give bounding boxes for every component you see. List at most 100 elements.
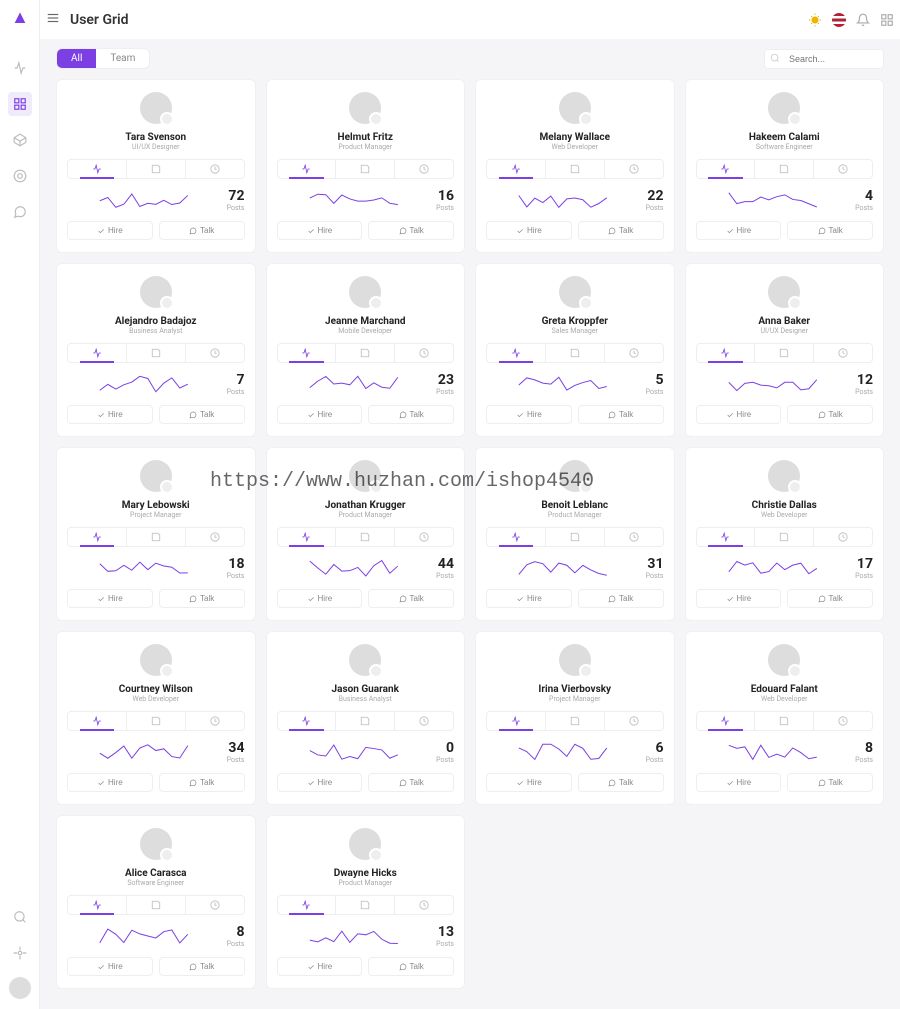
card-tab-files[interactable] [546, 528, 605, 546]
card-tab-time[interactable] [186, 712, 244, 730]
talk-button[interactable]: Talk [787, 405, 873, 424]
talk-button[interactable]: Talk [159, 405, 245, 424]
user-avatar[interactable] [349, 644, 381, 676]
tab-team[interactable]: Team [96, 49, 149, 68]
user-avatar[interactable] [559, 276, 591, 308]
sidebar-item-grid[interactable] [8, 92, 32, 116]
card-tab-files[interactable] [546, 160, 605, 178]
card-tab-time[interactable] [814, 712, 872, 730]
card-tab-files[interactable] [127, 528, 186, 546]
card-tab-files[interactable] [755, 160, 814, 178]
talk-button[interactable]: Talk [578, 773, 664, 792]
hire-button[interactable]: Hire [67, 405, 153, 424]
user-avatar[interactable] [768, 92, 800, 124]
card-tab-time[interactable] [395, 160, 453, 178]
hire-button[interactable]: Hire [486, 405, 572, 424]
hire-button[interactable]: Hire [67, 773, 153, 792]
hire-button[interactable]: Hire [696, 773, 782, 792]
search-input[interactable] [764, 49, 884, 69]
apps-icon[interactable] [880, 13, 894, 27]
tab-all[interactable]: All [57, 49, 96, 68]
card-tab-time[interactable] [186, 528, 244, 546]
hire-button[interactable]: Hire [486, 589, 572, 608]
hire-button[interactable]: Hire [67, 589, 153, 608]
card-tab-time[interactable] [814, 528, 872, 546]
user-avatar[interactable] [768, 644, 800, 676]
talk-button[interactable]: Talk [787, 589, 873, 608]
card-tab-activity[interactable] [68, 160, 127, 178]
card-tab-activity[interactable] [487, 712, 546, 730]
hire-button[interactable]: Hire [486, 221, 572, 240]
talk-button[interactable]: Talk [159, 773, 245, 792]
hire-button[interactable]: Hire [277, 405, 363, 424]
user-avatar[interactable] [349, 276, 381, 308]
notifications-icon[interactable] [856, 13, 870, 27]
hire-button[interactable]: Hire [696, 221, 782, 240]
card-tab-files[interactable] [755, 712, 814, 730]
card-tab-files[interactable] [336, 344, 395, 362]
talk-button[interactable]: Talk [368, 957, 454, 976]
card-tab-time[interactable] [395, 528, 453, 546]
talk-button[interactable]: Talk [368, 405, 454, 424]
talk-button[interactable]: Talk [368, 773, 454, 792]
talk-button[interactable]: Talk [787, 773, 873, 792]
user-avatar[interactable] [768, 276, 800, 308]
card-tab-files[interactable] [336, 528, 395, 546]
talk-button[interactable]: Talk [159, 221, 245, 240]
card-tab-files[interactable] [336, 896, 395, 914]
card-tab-activity[interactable] [68, 528, 127, 546]
language-flag-icon[interactable] [832, 13, 846, 27]
card-tab-activity[interactable] [697, 160, 756, 178]
card-tab-files[interactable] [546, 344, 605, 362]
hire-button[interactable]: Hire [277, 773, 363, 792]
card-tab-files[interactable] [755, 344, 814, 362]
card-tab-activity[interactable] [278, 712, 337, 730]
sidebar-item-life[interactable] [8, 164, 32, 188]
user-avatar[interactable] [140, 92, 172, 124]
talk-button[interactable]: Talk [578, 405, 664, 424]
user-avatar[interactable] [768, 460, 800, 492]
user-avatar[interactable] [140, 828, 172, 860]
sidebar-item-box[interactable] [8, 128, 32, 152]
talk-button[interactable]: Talk [368, 589, 454, 608]
hire-button[interactable]: Hire [277, 957, 363, 976]
user-avatar[interactable] [140, 276, 172, 308]
user-avatar[interactable] [349, 92, 381, 124]
hire-button[interactable]: Hire [67, 957, 153, 976]
card-tab-files[interactable] [336, 160, 395, 178]
card-tab-activity[interactable] [278, 528, 337, 546]
talk-button[interactable]: Talk [578, 221, 664, 240]
card-tab-activity[interactable] [278, 896, 337, 914]
talk-button[interactable]: Talk [787, 221, 873, 240]
card-tab-activity[interactable] [68, 712, 127, 730]
talk-button[interactable]: Talk [159, 957, 245, 976]
card-tab-files[interactable] [546, 712, 605, 730]
user-avatar[interactable] [559, 460, 591, 492]
hire-button[interactable]: Hire [486, 773, 572, 792]
user-avatar[interactable] [559, 644, 591, 676]
card-tab-time[interactable] [605, 160, 663, 178]
user-avatar[interactable] [9, 977, 31, 999]
talk-button[interactable]: Talk [159, 589, 245, 608]
card-tab-activity[interactable] [278, 344, 337, 362]
card-tab-time[interactable] [814, 344, 872, 362]
user-avatar[interactable] [349, 828, 381, 860]
card-tab-files[interactable] [755, 528, 814, 546]
hire-button[interactable]: Hire [696, 405, 782, 424]
card-tab-activity[interactable] [278, 160, 337, 178]
card-tab-activity[interactable] [697, 528, 756, 546]
hire-button[interactable]: Hire [277, 589, 363, 608]
sidebar-item-activity[interactable] [8, 56, 32, 80]
card-tab-activity[interactable] [487, 528, 546, 546]
card-tab-time[interactable] [186, 160, 244, 178]
card-tab-time[interactable] [814, 160, 872, 178]
user-avatar[interactable] [140, 644, 172, 676]
card-tab-files[interactable] [127, 896, 186, 914]
user-avatar[interactable] [349, 460, 381, 492]
card-tab-time[interactable] [605, 712, 663, 730]
hire-button[interactable]: Hire [696, 589, 782, 608]
card-tab-activity[interactable] [697, 712, 756, 730]
talk-button[interactable]: Talk [368, 221, 454, 240]
search-icon[interactable] [8, 905, 32, 929]
hire-button[interactable]: Hire [277, 221, 363, 240]
